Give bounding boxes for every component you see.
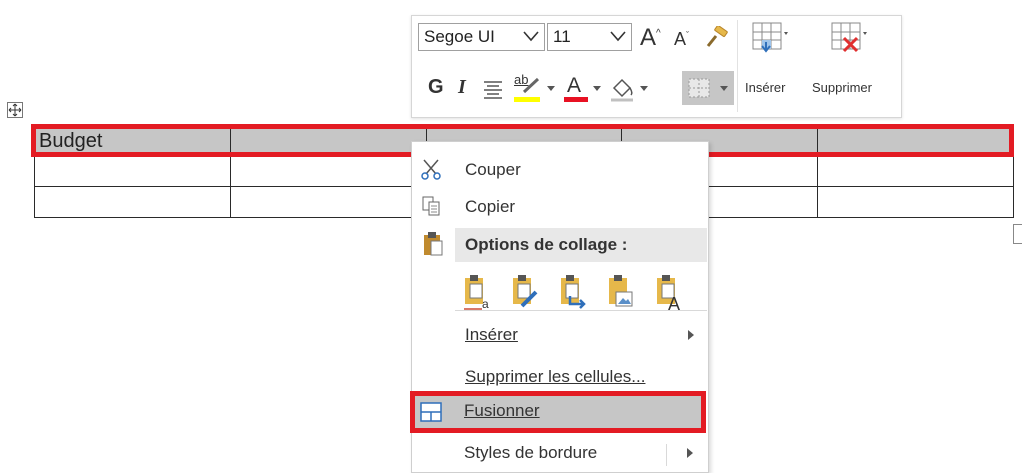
submenu-arrow-icon [687, 448, 693, 458]
toolbar-separator [737, 20, 738, 112]
copy-icon [422, 196, 440, 216]
borders-button[interactable] [682, 71, 734, 105]
move-icon [8, 103, 22, 117]
highlight-color-bar [514, 97, 540, 102]
delete-table-icon[interactable] [829, 20, 869, 58]
font-color-icon: A [567, 74, 582, 97]
grow-font-button[interactable]: A^ [640, 24, 661, 52]
merge-highlight-box [410, 391, 706, 433]
shrink-font-icon: A [674, 29, 687, 49]
center-align-icon[interactable] [482, 78, 504, 100]
borders-dropdown-icon [720, 86, 728, 91]
paste-options-header: Options de collage : [455, 228, 707, 262]
merge-formatting-icon[interactable] [510, 272, 542, 312]
highlight-dropdown-icon[interactable] [547, 86, 555, 92]
table-cell[interactable] [229, 126, 427, 156]
end-of-row-marker [1013, 224, 1022, 244]
menu-item-border-styles[interactable]: Styles de bordure [411, 439, 707, 469]
use-destination-styles-icon[interactable] [558, 272, 590, 312]
font-color-dropdown-icon[interactable] [593, 86, 601, 92]
submenu-separator [666, 444, 667, 466]
menu-item-copy[interactable]: Copier [412, 189, 708, 225]
grow-font-icon: A [640, 24, 657, 51]
font-size-dropdown[interactable]: 11 [547, 23, 632, 51]
font-color-button[interactable]: A [562, 72, 588, 104]
insert-table-icon[interactable] [750, 20, 790, 58]
chevron-down-icon [610, 31, 626, 42]
menu-label-delete-cells: Supprimer les cellules... [465, 367, 646, 386]
menu-separator [455, 310, 707, 311]
highlight-button[interactable]: ab [512, 72, 542, 104]
table-cell[interactable] [34, 155, 231, 187]
menu-item-insert[interactable]: Insérer [412, 317, 708, 353]
menu-label-copy: Copier [465, 197, 516, 216]
highlighter-icon [522, 77, 540, 94]
submenu-arrow-icon [688, 330, 694, 340]
shading-dropdown-icon[interactable] [640, 86, 648, 92]
bold-button[interactable]: G [428, 76, 444, 99]
table-cell[interactable] [817, 155, 1014, 187]
table-move-handle[interactable] [7, 102, 23, 118]
table-cell[interactable] [34, 186, 231, 218]
menu-item-delete-cells[interactable]: Supprimer les cellules... [412, 359, 708, 395]
paste-options-label: Options de collage : [465, 235, 628, 254]
keep-source-formatting-icon[interactable]: a [462, 272, 494, 312]
font-name-value: Segoe UI [424, 27, 495, 46]
scissors-icon [421, 159, 441, 180]
font-name-dropdown[interactable]: Segoe UI [418, 23, 545, 51]
font-color-bar [564, 97, 588, 102]
shrink-font-button[interactable]: Aˇ [674, 29, 689, 50]
menu-label-insert: Insérer [465, 325, 518, 344]
paste-as-picture-icon[interactable] [606, 272, 638, 312]
chevron-down-icon [523, 31, 539, 42]
clipboard-icon [424, 232, 443, 256]
font-size-value: 11 [553, 27, 571, 46]
menu-label-cut: Couper [465, 160, 521, 179]
svg-text:a: a [482, 297, 489, 311]
format-painter-icon[interactable] [704, 26, 730, 50]
table-cell[interactable]: Budget [34, 126, 231, 156]
table-cell[interactable] [229, 155, 427, 187]
table-cell[interactable] [817, 126, 1014, 156]
italic-button[interactable]: I [458, 76, 466, 99]
borders-icon [688, 78, 710, 98]
shading-icon[interactable] [608, 74, 636, 102]
insert-label: Insérer [745, 80, 786, 95]
mini-toolbar: Segoe UI 11 A^ Aˇ G I ab A Insérer Suppr… [411, 15, 902, 118]
table-cell[interactable] [817, 186, 1014, 218]
menu-item-cut[interactable]: Couper [412, 152, 708, 188]
delete-label: Supprimer [812, 80, 872, 95]
menu-label-border-styles: Styles de bordure [464, 443, 598, 462]
keep-text-only-icon[interactable]: A [654, 272, 686, 312]
table-cell[interactable] [229, 186, 427, 218]
